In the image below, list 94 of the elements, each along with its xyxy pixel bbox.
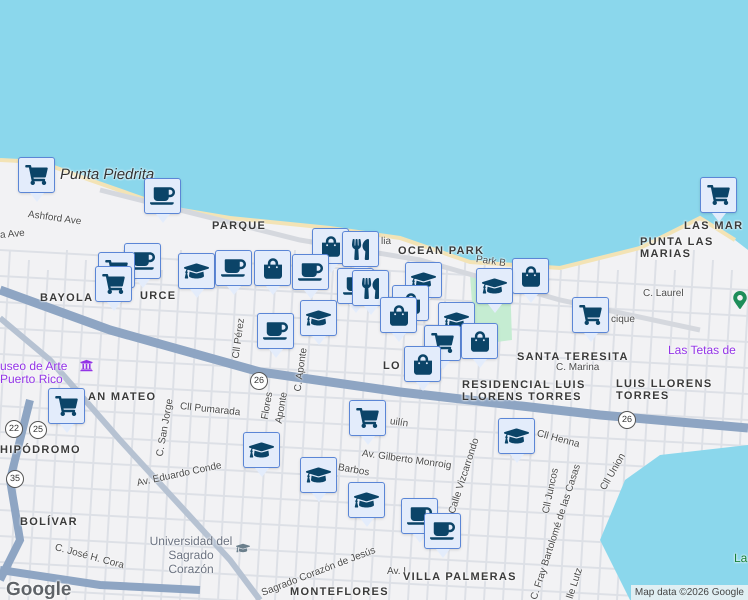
map-marker[interactable]	[48, 388, 85, 433]
map-label: LUIS LLORENS TORRES	[616, 378, 714, 402]
coffee-cup-icon	[221, 258, 246, 278]
map-label: Cll Pumarada	[179, 400, 242, 420]
map-marker[interactable]	[700, 177, 737, 222]
map-marker[interactable]	[498, 418, 535, 463]
map-label: lia	[381, 235, 392, 249]
map-label: Aponte	[272, 390, 291, 425]
graduation-cap-icon	[184, 261, 209, 281]
map-drawing[interactable]	[0, 0, 748, 600]
map-marker[interactable]	[95, 266, 132, 311]
map-marker[interactable]	[300, 300, 337, 345]
map-label: URCE	[140, 290, 176, 302]
map-label: uilín	[388, 415, 410, 432]
map-marker[interactable]	[300, 457, 337, 502]
map-label: C. Marina	[556, 361, 600, 375]
map-label: Flores	[258, 390, 276, 420]
map-label: C. José H. Cora	[53, 541, 126, 574]
map-label: C. San Jorge	[154, 398, 177, 458]
map-label: cique	[611, 313, 635, 327]
map-label: VILLA PALMERAS	[403, 571, 517, 583]
map-label: PARQUE	[212, 220, 266, 232]
map-marker[interactable]	[215, 250, 252, 295]
map-label: LO	[383, 360, 401, 372]
graduation-cap-icon	[306, 308, 331, 328]
map-label: La	[734, 550, 748, 567]
shopping-cart-icon	[102, 274, 125, 294]
coffee-cup-icon	[150, 186, 175, 206]
coffee-cup-icon	[263, 321, 288, 341]
map-marker[interactable]	[178, 253, 215, 298]
shopping-bag-icon	[414, 354, 432, 374]
shopping-cart-icon	[431, 333, 454, 353]
shopping-cart-icon	[356, 408, 379, 428]
map-label: Park B	[474, 254, 507, 272]
coffee-cup-icon	[298, 262, 323, 282]
map-marker[interactable]	[348, 482, 385, 527]
map-marker[interactable]	[461, 323, 498, 368]
map-label: RESIDENCIAL LUIS LLORENS TORRES	[462, 379, 587, 403]
map-marker[interactable]	[254, 250, 291, 295]
shopping-bag-icon	[390, 304, 408, 326]
shopping-bag-icon	[522, 266, 540, 286]
map-label: Cll Pérez	[230, 317, 248, 360]
map-pin-icon	[732, 291, 748, 309]
map-marker[interactable]	[352, 270, 389, 315]
coffee-cup-icon	[430, 521, 455, 541]
graduation-cap-icon	[306, 465, 331, 485]
map-label: a Ave	[0, 226, 26, 243]
fork-knife-icon	[352, 238, 369, 260]
map-label: SANTA TERESITA	[517, 351, 629, 363]
shopping-cart-icon	[579, 305, 602, 325]
shopping-bag-icon	[322, 236, 340, 256]
map-label: lle Lutz	[564, 566, 586, 600]
graduation-cap-icon	[354, 490, 379, 510]
map-marker[interactable]	[257, 313, 294, 358]
map-marker[interactable]	[424, 513, 461, 558]
fork-knife-icon	[362, 278, 379, 298]
map-label: BOLÍVAR	[20, 516, 78, 528]
museum-icon	[80, 359, 93, 372]
map-marker[interactable]	[243, 432, 280, 477]
map-label: C. Laurel	[643, 287, 684, 301]
map-marker[interactable]	[404, 346, 441, 391]
graduation-cap-icon	[249, 440, 274, 460]
map-label: Ashford Ave	[26, 208, 82, 230]
map-label: Las Tetas de	[668, 344, 736, 357]
shopping-bag-icon	[264, 258, 282, 278]
map-label: C. Aponte	[292, 346, 311, 393]
university-icon	[236, 541, 250, 555]
map-marker[interactable]	[380, 297, 417, 342]
shopping-cart-icon	[55, 396, 78, 416]
coffee-cup-icon	[407, 506, 432, 526]
google-logo: Google	[6, 578, 72, 600]
shopping-cart-icon	[707, 185, 730, 205]
map-marker[interactable]	[18, 157, 55, 202]
map-label: Cll Henna	[535, 427, 582, 452]
map-label: LAS MAR	[684, 220, 744, 232]
map-marker[interactable]	[349, 400, 386, 445]
map-marker[interactable]	[572, 297, 609, 342]
graduation-cap-icon	[504, 426, 529, 446]
map-label: AN MATEO	[88, 391, 156, 403]
map-label: Universidad del Sagrado Corazón	[148, 534, 234, 576]
map-label: useo de Arte Puerto Rico	[0, 360, 68, 386]
shopping-cart-icon	[25, 165, 48, 185]
map-marker[interactable]	[476, 268, 513, 313]
map-marker[interactable]	[292, 254, 329, 299]
map-label: Punta Piedrita	[60, 165, 154, 185]
map-label: HIPÓDROMO	[0, 444, 81, 456]
graduation-cap-icon	[482, 276, 507, 296]
map-label: Av. Eduardo Conde	[135, 459, 224, 491]
map-label: BAYOLA	[40, 292, 94, 304]
shopping-bag-icon	[470, 330, 488, 352]
map-marker[interactable]	[144, 178, 181, 223]
map-marker[interactable]	[512, 258, 549, 303]
map-attribution: Map data ©2026 Google	[630, 585, 748, 600]
map-label: Barbos	[336, 461, 370, 480]
